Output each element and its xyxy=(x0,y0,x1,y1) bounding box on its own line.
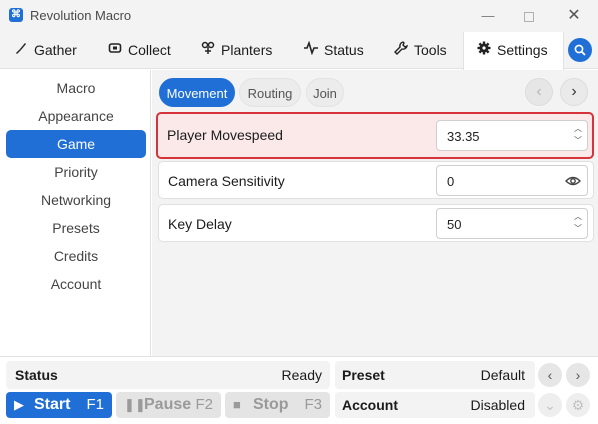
close-button[interactable]: ✕ xyxy=(552,0,596,32)
settings-content: Movement Routing Join ‹ › Player Movespe… xyxy=(152,70,598,356)
account-dropdown-button[interactable]: ⌄ xyxy=(538,393,562,417)
chevron-down-icon[interactable]: ﹀ xyxy=(572,223,584,235)
gear-icon xyxy=(477,33,491,69)
account-value: Disabled xyxy=(470,397,525,413)
search-button[interactable] xyxy=(568,38,592,62)
tab-status[interactable]: Status xyxy=(304,32,364,69)
stop-label: Stop xyxy=(253,396,289,413)
preset-next-button[interactable]: › xyxy=(566,363,590,387)
status-cell: Status Ready xyxy=(6,361,330,389)
sidebar-item-presets[interactable]: Presets xyxy=(6,214,146,242)
preset-label: Preset xyxy=(342,367,385,383)
title-bar: ⌘ Revolution Macro — ✕ xyxy=(0,0,598,32)
subtab-join[interactable]: Join xyxy=(306,78,344,107)
chevron-left-icon: ‹ xyxy=(547,367,553,383)
tab-settings[interactable]: Settings xyxy=(463,32,564,70)
sidebar-item-macro[interactable]: Macro xyxy=(6,74,146,102)
chevron-right-icon: › xyxy=(571,83,577,100)
tab-settings-label: Settings xyxy=(497,42,548,58)
maximize-icon xyxy=(524,11,534,22)
minimize-button[interactable]: — xyxy=(466,0,510,32)
setting-row-camera-sensitivity: Camera Sensitivity 0 xyxy=(158,161,594,199)
status-bar: Status Ready Preset Default ‹ › ▶ Start … xyxy=(0,356,598,424)
setting-row-player-movespeed: Player Movespeed 33.35 ︿ ﹀ xyxy=(156,112,594,159)
pause-hotkey: F2 xyxy=(195,396,213,413)
preset-value: Default xyxy=(480,367,525,383)
gear-icon: ⚙ xyxy=(571,397,585,413)
collect-icon xyxy=(108,33,122,69)
tab-tools[interactable]: Tools xyxy=(394,32,447,69)
sidebar-item-account[interactable]: Account xyxy=(6,270,146,298)
setting-label: Player Movespeed xyxy=(167,127,283,143)
account-cell: Account Disabled xyxy=(335,392,535,418)
stop-hotkey: F3 xyxy=(304,396,322,413)
sidebar-item-networking[interactable]: Networking xyxy=(6,186,146,214)
subtab-movement[interactable]: Movement xyxy=(159,78,235,107)
tab-collect-label: Collect xyxy=(128,42,171,58)
setting-label: Camera Sensitivity xyxy=(168,173,285,189)
pause-button[interactable]: ❚❚ Pause F2 xyxy=(116,392,221,418)
play-icon: ▶ xyxy=(14,397,24,412)
wrench-icon xyxy=(394,33,408,69)
chevron-up-icon[interactable]: ︿ xyxy=(572,123,584,135)
sidebar-item-priority[interactable]: Priority xyxy=(6,158,146,186)
main-tab-bar: Gather Collect Planters Status Tools Set… xyxy=(0,32,598,70)
tab-gather-label: Gather xyxy=(34,42,77,58)
pause-icon: ❚❚ xyxy=(124,397,146,412)
input-value: 33.35 xyxy=(447,129,480,144)
subtab-routing[interactable]: Routing xyxy=(239,78,301,107)
window-title: Revolution Macro xyxy=(30,8,132,23)
pause-label: Pause xyxy=(144,396,192,413)
account-settings-button[interactable]: ⚙ xyxy=(566,393,590,417)
app-logo-icon: ⌘ xyxy=(9,8,23,22)
search-icon xyxy=(574,44,586,56)
maximize-button[interactable] xyxy=(507,0,551,32)
stop-icon: ■ xyxy=(233,397,241,412)
settings-sidebar: Macro Appearance Game Priority Networkin… xyxy=(0,70,151,356)
sidebar-item-credits[interactable]: Credits xyxy=(6,242,146,270)
key-delay-input[interactable]: 50 ︿ ﹀ xyxy=(436,208,588,239)
preset-cell: Preset Default xyxy=(335,361,535,389)
setting-label: Key Delay xyxy=(168,216,232,232)
tab-collect[interactable]: Collect xyxy=(108,32,171,69)
status-label: Status xyxy=(15,367,58,383)
sidebar-item-game[interactable]: Game xyxy=(6,130,146,158)
account-label: Account xyxy=(342,397,398,413)
preset-previous-button[interactable]: ‹ xyxy=(538,363,562,387)
chevron-down-icon[interactable]: ﹀ xyxy=(572,135,584,147)
number-stepper[interactable]: ︿ ﹀ xyxy=(572,211,584,237)
chevron-up-icon[interactable]: ︿ xyxy=(572,211,584,223)
start-hotkey: F1 xyxy=(86,396,104,413)
input-value: 0 xyxy=(447,174,455,189)
chevron-left-icon: ‹ xyxy=(536,83,542,100)
next-page-button[interactable]: › xyxy=(560,78,588,106)
chevron-down-icon: ⌄ xyxy=(544,397,556,413)
previous-page-button[interactable]: ‹ xyxy=(525,78,553,106)
plant-icon xyxy=(201,33,215,69)
start-button[interactable]: ▶ Start F1 xyxy=(6,392,112,418)
tab-planters-label: Planters xyxy=(221,42,273,58)
tab-status-label: Status xyxy=(324,42,364,58)
input-value: 50 xyxy=(447,217,462,232)
setting-row-key-delay: Key Delay 50 ︿ ﹀ xyxy=(158,204,594,242)
brush-icon xyxy=(14,33,28,69)
stop-button[interactable]: ■ Stop F3 xyxy=(225,392,330,418)
tab-planters[interactable]: Planters xyxy=(201,32,272,69)
sidebar-item-appearance[interactable]: Appearance xyxy=(6,102,146,130)
player-movespeed-input[interactable]: 33.35 ︿ ﹀ xyxy=(436,120,588,151)
pulse-icon xyxy=(304,33,318,69)
camera-sensitivity-input[interactable]: 0 xyxy=(436,165,588,196)
tab-tools-label: Tools xyxy=(414,42,447,58)
status-value: Ready xyxy=(281,367,322,383)
start-label: Start xyxy=(34,396,71,413)
tab-gather[interactable]: Gather xyxy=(14,32,77,69)
number-stepper[interactable]: ︿ ﹀ xyxy=(572,123,584,149)
chevron-right-icon: › xyxy=(575,367,581,383)
eye-icon[interactable] xyxy=(565,174,581,188)
